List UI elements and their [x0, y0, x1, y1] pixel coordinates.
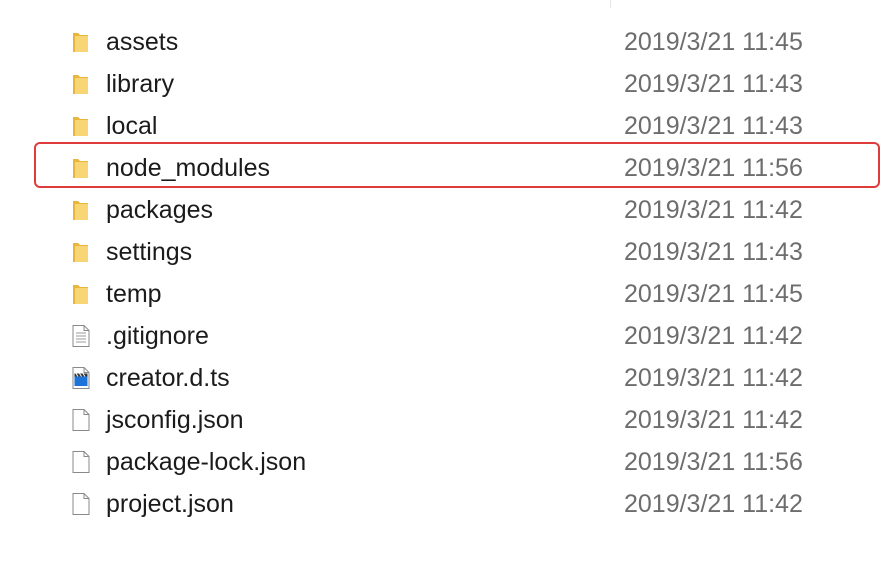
folder-icon: [70, 198, 92, 222]
folder-icon: [70, 240, 92, 264]
file-row-package-lock-json[interactable]: package-lock.json 2019/3/21 11:56: [60, 441, 830, 483]
file-name: .gitignore: [106, 322, 209, 350]
file-name: creator.d.ts: [106, 364, 230, 392]
file-row-gitignore[interactable]: .gitignore 2019/3/21 11:42: [60, 315, 830, 357]
folder-icon: [70, 282, 92, 306]
folder-icon: [70, 72, 92, 96]
file-icon: [70, 450, 92, 474]
file-row-settings[interactable]: settings 2019/3/21 11:43: [60, 231, 830, 273]
file-name: local: [106, 112, 158, 140]
file-date: 2019/3/21 11:42: [624, 196, 803, 224]
file-row-library[interactable]: library 2019/3/21 11:43: [60, 63, 830, 105]
file-name: library: [106, 70, 175, 98]
text-file-icon: [70, 324, 92, 348]
file-row-temp[interactable]: temp 2019/3/21 11:45: [60, 273, 830, 315]
file-name: package-lock.json: [106, 448, 307, 476]
file-name: project.json: [106, 490, 234, 518]
file-name: packages: [106, 196, 214, 224]
column-divider[interactable]: [610, 0, 611, 8]
file-date: 2019/3/21 11:42: [624, 364, 803, 392]
file-date: 2019/3/21 11:45: [624, 280, 803, 308]
folder-icon: [70, 114, 92, 138]
file-name: temp: [106, 280, 162, 308]
file-list: assets 2019/3/21 11:45 library 2019/3/21…: [0, 0, 892, 571]
file-date: 2019/3/21 11:56: [624, 154, 803, 182]
file-name: node_modules: [106, 154, 271, 182]
file-date: 2019/3/21 11:43: [624, 112, 803, 140]
clapperboard-file-icon: [70, 366, 92, 390]
file-row-creator-d-ts[interactable]: creator.d.ts 2019/3/21 11:42: [60, 357, 830, 399]
file-row-jsconfig-json[interactable]: jsconfig.json 2019/3/21 11:42: [60, 399, 830, 441]
file-date: 2019/3/21 11:43: [624, 238, 803, 266]
file-icon: [70, 408, 92, 432]
file-date: 2019/3/21 11:56: [624, 448, 803, 476]
file-row-packages[interactable]: packages 2019/3/21 11:42: [60, 189, 830, 231]
folder-icon: [70, 156, 92, 180]
file-date: 2019/3/21 11:42: [624, 322, 803, 350]
file-row-project-json[interactable]: project.json 2019/3/21 11:42: [60, 483, 830, 525]
file-icon: [70, 492, 92, 516]
folder-icon: [70, 30, 92, 54]
file-name: settings: [106, 238, 193, 266]
file-date: 2019/3/21 11:43: [624, 70, 803, 98]
file-row-node-modules[interactable]: node_modules 2019/3/21 11:56: [60, 147, 830, 189]
file-date: 2019/3/21 11:42: [624, 406, 803, 434]
file-date: 2019/3/21 11:42: [624, 490, 803, 518]
file-date: 2019/3/21 11:45: [624, 28, 803, 56]
file-row-local[interactable]: local 2019/3/21 11:43: [60, 105, 830, 147]
file-row-assets[interactable]: assets 2019/3/21 11:45: [60, 21, 830, 63]
file-name: jsconfig.json: [106, 406, 244, 434]
file-name: assets: [106, 28, 179, 56]
